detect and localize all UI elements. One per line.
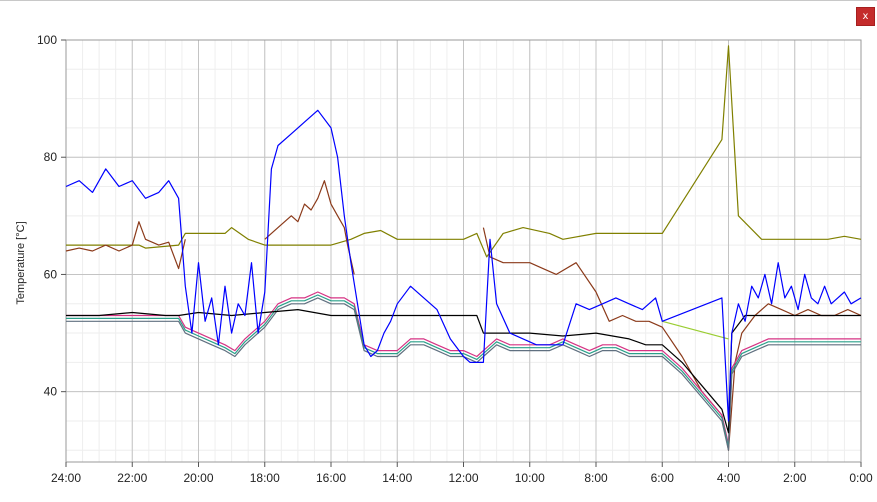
x-tick-label: 12:00: [448, 471, 478, 485]
major-grid: [65, 39, 862, 462]
x-tick-label: 24:00: [51, 471, 81, 485]
x-tick-label: 0:00: [849, 471, 873, 485]
y-axis: 40 60 80 100: [37, 33, 66, 399]
y-axis-title: Temperature [°C]: [15, 221, 27, 304]
temperature-chart: 40 60 80 100 24:00 22:00 20:00 18:00 16:00 14:00…: [15, 33, 873, 485]
x-axis: 24:00 22:00 20:00 18:00 16:00 14:00 12:00 10:00…: [51, 462, 873, 485]
x-tick-label: 20:00: [183, 471, 213, 485]
x-tick-label: 2:00: [783, 471, 807, 485]
x-tick-label: 8:00: [584, 471, 608, 485]
x-tick-label: 16:00: [316, 471, 346, 485]
x-tick-label: 10:00: [515, 471, 545, 485]
series-line-2: [264, 180, 355, 275]
x-tick-label: 14:00: [382, 471, 412, 485]
y-tick-label: 60: [44, 267, 58, 281]
x-tick-label: 4:00: [717, 471, 741, 485]
x-tick-label: 18:00: [250, 471, 280, 485]
y-tick-label: 100: [37, 33, 57, 47]
x-tick-label: 22:00: [117, 471, 147, 485]
x-tick-label: 6:00: [651, 471, 675, 485]
y-tick-label: 80: [44, 150, 58, 164]
y-tick-label: 40: [44, 385, 58, 399]
